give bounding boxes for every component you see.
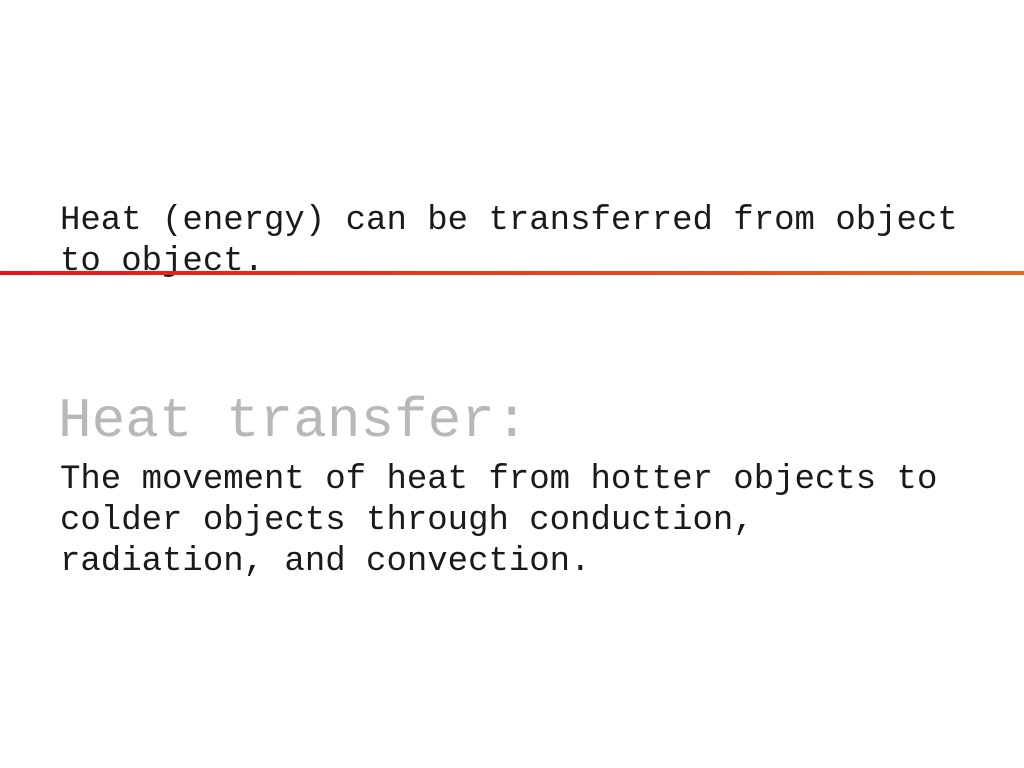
definition-line: colder objects through conduction, [60,502,754,540]
definition-text: The movement of heat from hotter objects… [60,460,1000,583]
term-heading: Heat transfer: [58,389,529,453]
definition-line: radiation, and convection. [60,543,591,581]
definition-line: The movement of heat from hotter objects… [60,461,938,499]
intro-line: to object. [60,243,265,281]
divider-rule [0,271,1024,275]
intro-line: Heat (energy) can be transferred from ob… [60,202,958,240]
